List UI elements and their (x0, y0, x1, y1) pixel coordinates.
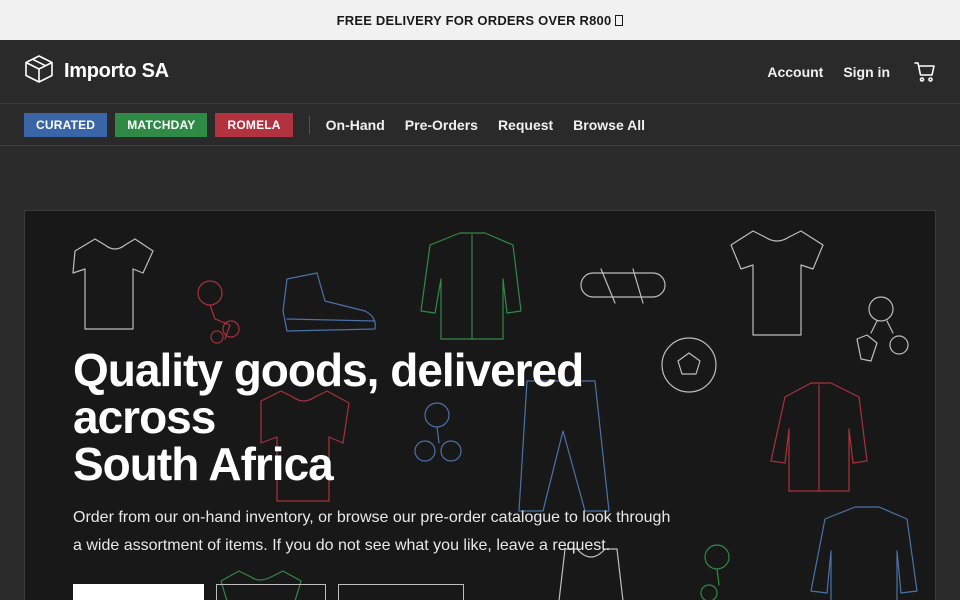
brand-logo[interactable]: Importo SA (24, 54, 169, 89)
hero-description: Order from our on-hand inventory, or bro… (73, 509, 671, 554)
tshirt-icon (730, 230, 824, 336)
nav-link-request[interactable]: Request (498, 117, 553, 133)
jacket-icon (810, 506, 918, 600)
category-nav: CURATED MATCHDAY ROMELA On-Hand Pre-Orde… (0, 105, 960, 146)
pill-romela[interactable]: ROMELA (215, 113, 293, 137)
nav-link-browse-all[interactable]: Browse All (573, 117, 645, 133)
pill-curated[interactable]: CURATED (24, 113, 108, 137)
sneaker-icon (282, 272, 376, 332)
site-header: Importo SA Account Sign in (0, 40, 960, 104)
shop-on-hand-button[interactable]: SHOP ON-HAND (73, 584, 204, 600)
jacket-icon (770, 382, 868, 492)
hero-content: Quality goods, delivered across South Af… (73, 347, 713, 600)
account-link[interactable]: Account (767, 64, 823, 80)
hero-title-line-1: Quality goods, delivered across (73, 344, 584, 443)
jacket-icon (420, 232, 522, 340)
nav-divider (308, 116, 310, 134)
hero-title: Quality goods, delivered across South Af… (73, 347, 713, 488)
brand-name: Importo SA (64, 60, 169, 82)
nav-link-pre-orders[interactable]: Pre-Orders (405, 117, 478, 133)
announcement-text: FREE DELIVERY FOR ORDERS OVER R800 (336, 12, 612, 28)
hero-title-line-2: South Africa (73, 438, 334, 490)
tshirt-icon (72, 238, 154, 330)
hero-actions: SHOP ON-HAND PRE-ORDER REQUEST ITEM (73, 584, 713, 600)
tag-icon (615, 14, 624, 26)
announcement-bar: FREE DELIVERY FOR ORDERS OVER R800 (0, 0, 960, 40)
pre-order-button[interactable]: PRE-ORDER (216, 584, 326, 600)
hero-banner: Quality goods, delivered across South Af… (24, 210, 936, 600)
nav-link-on-hand[interactable]: On-Hand (326, 117, 385, 133)
keychain-icon (197, 280, 240, 344)
pill-matchday[interactable]: MATCHDAY (115, 113, 208, 137)
sandal-icon (580, 268, 666, 304)
box-icon (24, 54, 54, 89)
request-item-button[interactable]: REQUEST ITEM (338, 584, 464, 600)
keychain-icon (856, 296, 909, 362)
cart-icon[interactable] (914, 61, 936, 83)
signin-link[interactable]: Sign in (843, 64, 890, 80)
header-actions: Account Sign in (767, 61, 936, 83)
